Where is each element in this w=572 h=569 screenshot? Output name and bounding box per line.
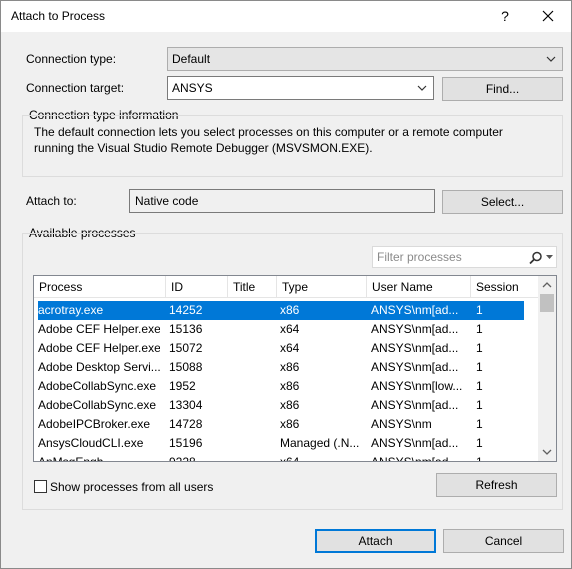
attach-button[interactable]: Attach: [315, 529, 436, 553]
cell-session: 1: [476, 341, 483, 355]
connection-type-label: Connection type:: [26, 52, 117, 66]
scrollbar-thumb[interactable]: [540, 294, 554, 312]
connection-type-info-text: The default connection lets you select p…: [34, 124, 503, 156]
cell-type: x86: [280, 303, 300, 317]
chevron-down-icon: [546, 56, 556, 62]
close-icon: [542, 10, 554, 22]
cell-session: 1: [476, 322, 483, 336]
process-table: Process ID Title Type User Name Session …: [33, 275, 557, 462]
table-row[interactable]: AdobeCollabSync.exe 13304 x86 ANSYS\nm[ad..…: [38, 396, 524, 415]
cell-process: AnsysCloudCLI.exe: [38, 436, 144, 450]
cell-id: 15072: [169, 341, 203, 355]
info-line-1: The default connection lets you select p…: [34, 125, 503, 139]
scroll-up-icon[interactable]: [542, 280, 552, 290]
column-header-type[interactable]: Type: [277, 276, 367, 298]
table-row[interactable]: AdobeIPCBroker.exe 14728 x86 ANSYS\nm 1: [38, 415, 524, 434]
cell-user-name: ANSYS\nm[ad...: [371, 360, 459, 374]
cancel-button[interactable]: Cancel: [443, 529, 564, 553]
cell-session: 1: [476, 455, 483, 462]
cell-type: x86: [280, 379, 300, 393]
cell-process: acrotray.exe: [38, 303, 104, 317]
connection-type-combo[interactable]: Default: [167, 47, 563, 71]
show-all-users-label[interactable]: Show processes from all users: [50, 480, 213, 494]
table-row[interactable]: AdobeCollabSync.exe 1952 x86 ANSYS\nm[low..…: [38, 377, 524, 396]
connection-target-combo[interactable]: ANSYS: [167, 76, 434, 100]
cell-user-name: ANSYS\nm[ad...: [371, 322, 459, 336]
cell-id: 15136: [169, 322, 203, 336]
chevron-down-icon[interactable]: [546, 255, 553, 260]
title-bar: Attach to Process ?: [1, 1, 571, 32]
cell-session: 1: [476, 379, 483, 393]
cell-id: 15196: [169, 436, 203, 450]
column-header-id[interactable]: ID: [166, 276, 228, 298]
table-row[interactable]: Adobe CEF Helper.exe 15072 x64 ANSYS\nm[ad.…: [38, 339, 524, 358]
table-row[interactable]: AnMsgEngh... 9228 x64 ANSYS\nm[ad... 1: [38, 453, 524, 462]
cell-user-name: ANSYS\nm[ad...: [371, 341, 459, 355]
table-row[interactable]: acrotray.exe 14252 x86 ANSYS\nm[ad... 1: [38, 301, 524, 320]
vertical-scrollbar[interactable]: [538, 276, 556, 461]
attach-to-label: Attach to:: [26, 194, 77, 208]
cell-type: x86: [280, 398, 300, 412]
help-button[interactable]: ?: [493, 5, 517, 27]
cell-session: 1: [476, 398, 483, 412]
cell-user-name: ANSYS\nm[ad...: [371, 436, 459, 450]
table-row[interactable]: AnsysCloudCLI.exe 15196 Managed (.N... ANSY…: [38, 434, 524, 453]
cell-user-name: ANSYS\nm: [371, 417, 432, 431]
cell-process: Adobe CEF Helper.exe: [38, 341, 160, 355]
column-header-session[interactable]: Session: [471, 276, 538, 298]
table-row[interactable]: Adobe Desktop Servi... 15088 x86 ANSYS\nm[a…: [38, 358, 524, 377]
select-button[interactable]: Select...: [442, 190, 563, 214]
cell-type: x86: [280, 417, 300, 431]
cell-type: x64: [280, 341, 300, 355]
connection-target-value: ANSYS: [172, 81, 213, 95]
attach-to-field: Native code: [129, 189, 435, 213]
column-header-user-name[interactable]: User Name: [367, 276, 471, 298]
column-header-process[interactable]: Process: [34, 276, 166, 298]
cell-process: AdobeCollabSync.exe: [38, 379, 157, 393]
attach-to-value: Native code: [135, 194, 199, 208]
cell-process: AdobeCollabSync.exe: [38, 398, 157, 412]
cell-id: 14728: [169, 417, 203, 431]
window-title: Attach to Process: [11, 9, 106, 23]
info-line-2: running the Visual Studio Remote Debugge…: [34, 141, 373, 155]
attach-to-process-dialog: Attach to Process ? Connection type: Def…: [0, 0, 572, 569]
show-all-users-checkbox[interactable]: [34, 480, 47, 493]
column-header-title[interactable]: Title: [228, 276, 277, 298]
close-button[interactable]: [536, 5, 560, 27]
filter-placeholder: Filter processes: [377, 250, 462, 264]
chevron-down-icon: [417, 85, 427, 91]
cell-user-name: ANSYS\nm[low...: [371, 379, 463, 393]
cell-type: Managed (.N...: [280, 436, 360, 450]
cell-process: Adobe Desktop Servi...: [38, 360, 160, 374]
cell-session: 1: [476, 303, 483, 317]
cell-id: 13304: [169, 398, 203, 412]
table-row[interactable]: Adobe CEF Helper.exe 15136 x64 ANSYS\nm[ad.…: [38, 320, 524, 339]
cell-type: x64: [280, 322, 300, 336]
cell-id: 15088: [169, 360, 203, 374]
cell-user-name: ANSYS\nm[ad...: [371, 455, 459, 462]
cell-user-name: ANSYS\nm[ad...: [371, 398, 459, 412]
refresh-button[interactable]: Refresh: [436, 473, 557, 497]
find-button[interactable]: Find...: [442, 77, 563, 101]
filter-processes-input[interactable]: Filter processes: [372, 246, 557, 268]
cell-process: AnMsgEngh...: [38, 455, 114, 462]
cell-type: x64: [280, 455, 300, 462]
cell-id: 1952: [169, 379, 196, 393]
cell-id: 14252: [169, 303, 203, 317]
cell-session: 1: [476, 417, 483, 431]
cell-session: 1: [476, 360, 483, 374]
connection-type-value: Default: [172, 52, 211, 66]
cell-session: 1: [476, 436, 483, 450]
cell-user-name: ANSYS\nm[ad...: [371, 303, 459, 317]
connection-target-label: Connection target:: [26, 81, 125, 95]
cell-type: x86: [280, 360, 300, 374]
search-icon: [529, 251, 542, 265]
scroll-down-icon[interactable]: [542, 447, 552, 457]
cell-process: Adobe CEF Helper.exe: [38, 322, 160, 336]
cell-process: AdobeIPCBroker.exe: [38, 417, 151, 431]
cell-id: 9228: [169, 455, 196, 462]
